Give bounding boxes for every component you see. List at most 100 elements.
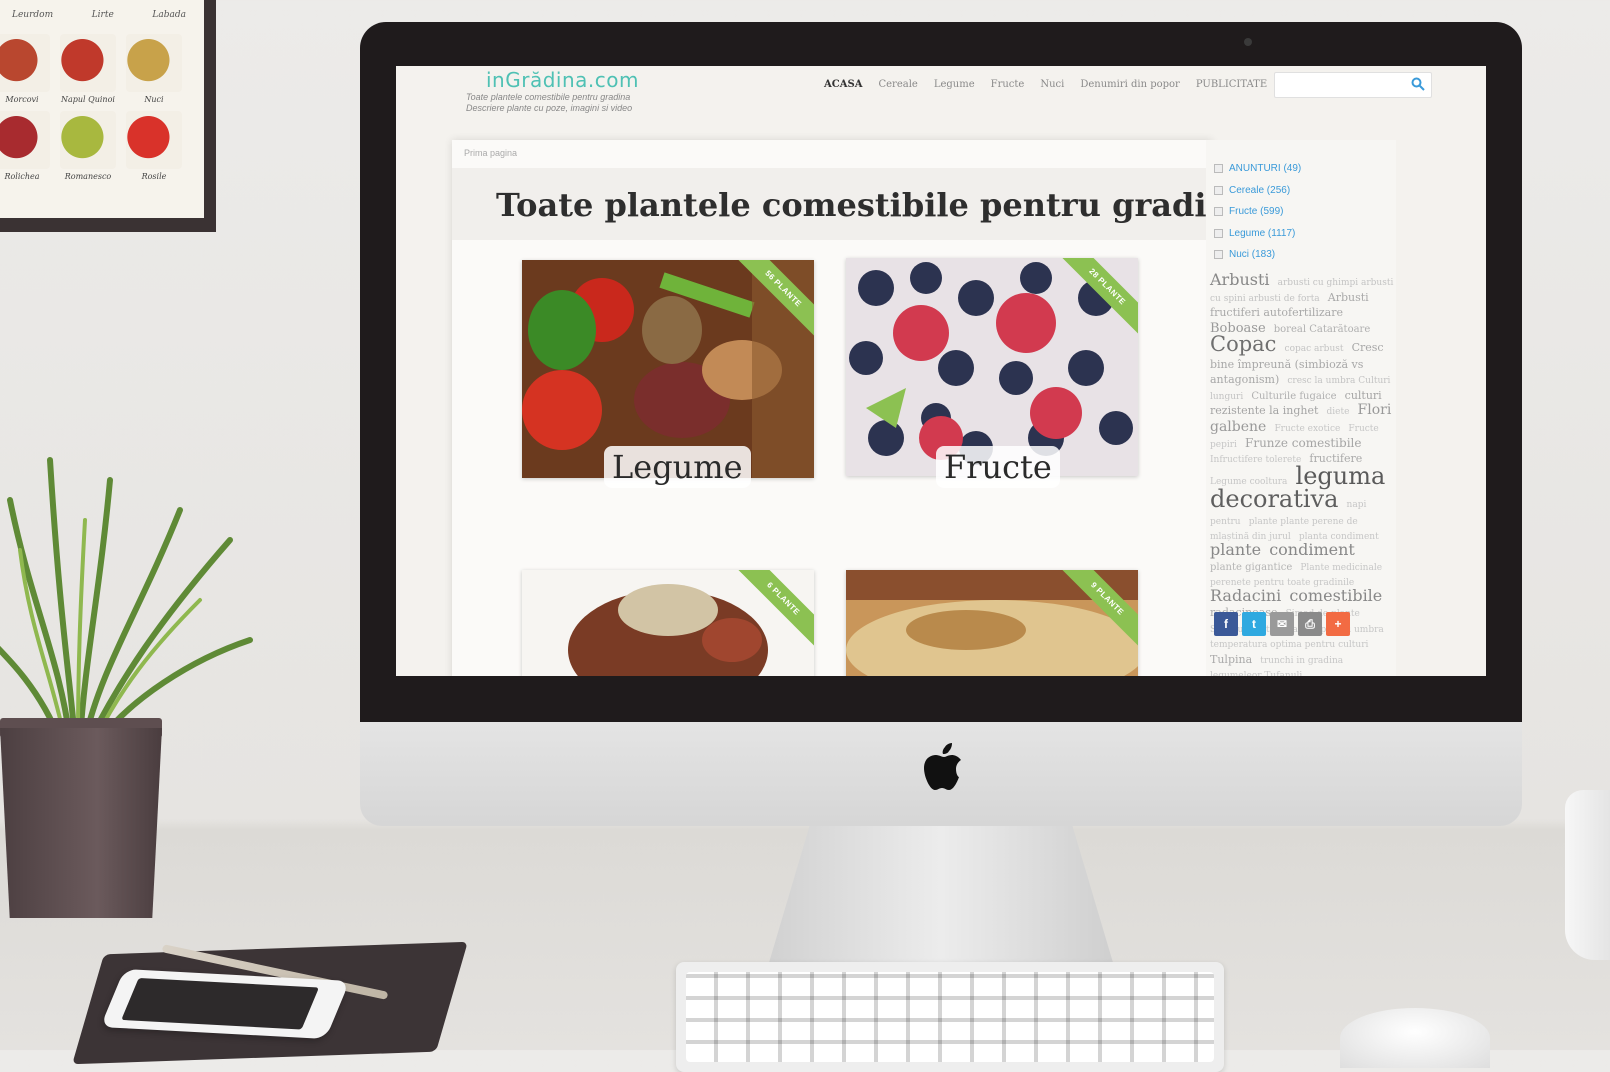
tag-cloud-item[interactable]: Frunze comestibile (1245, 436, 1361, 450)
bullet-icon (1214, 228, 1223, 238)
veg-grid: Morcovi Napul Quinoi Nuci Rolichea Romanesco… (0, 34, 182, 184)
sidebar-categories: ANUNTURI (49) Cereale (256) Fructe (599)… (1214, 158, 1301, 266)
tag-cloud-item[interactable]: condiment (1269, 540, 1355, 559)
sidebar-item-label: Fructe (599) (1229, 206, 1284, 218)
site-tagline: Toate plantele comestibile pentru gradin… (466, 92, 632, 114)
site-header: inGrădina.com Toate plantele comestibile… (396, 66, 1486, 126)
tag-cloud-item[interactable]: boreal Catarătoare (1274, 324, 1371, 335)
frame-veg-item: Napul Quinoi (60, 34, 116, 107)
nav-item-fructe[interactable]: Fructe (991, 79, 1025, 90)
frame-veg-item: Morcovi (0, 34, 50, 107)
tag-cloud-item[interactable]: Tulpina (1210, 653, 1252, 666)
camera (1244, 38, 1252, 46)
facebook-icon[interactable]: f (1214, 612, 1238, 636)
sidebar-item-legume[interactable]: Legume (1117) (1214, 223, 1301, 245)
print-icon[interactable]: ⎙ (1298, 612, 1322, 636)
bullet-icon (1214, 250, 1223, 260)
sidebar-item-cereale[interactable]: Cereale (256) (1214, 180, 1301, 202)
search-input[interactable] (1275, 73, 1413, 95)
nav-item-publicitate[interactable]: PUBLICITATE (1196, 79, 1267, 90)
sidebar-item-label: ANUNTURI (49) (1229, 163, 1302, 175)
nav-item-acasa[interactable]: ACASA (824, 79, 862, 90)
email-icon[interactable]: ✉ (1270, 612, 1294, 636)
category-label-legume[interactable]: Legume (604, 446, 751, 488)
sidebar: ANUNTURI (49) Cereale (256) Fructe (599)… (1206, 140, 1396, 676)
category-card-nuci[interactable]: 6 PLANTE (522, 570, 814, 676)
tag-cloud-item[interactable]: Arbusti (1210, 270, 1270, 289)
veg-caption: Napul Quinoi (61, 95, 115, 104)
veg-thumbnail (126, 34, 182, 92)
tag-cloud-item[interactable]: Copac (1210, 332, 1276, 356)
bullet-icon (1214, 164, 1223, 174)
tag-cloud-item[interactable]: diete (1327, 407, 1350, 417)
frame-top-label: Lirte (91, 10, 114, 20)
nav-item-cereale[interactable]: Cereale (878, 79, 917, 90)
tag-cloud-item[interactable]: plante (1210, 540, 1261, 559)
mouse (1340, 1008, 1490, 1068)
nav-item-legume[interactable]: Legume (934, 79, 975, 90)
search-icon[interactable] (1411, 77, 1425, 91)
phone-screen (121, 977, 319, 1030)
nav-item-denumiri[interactable]: Denumiri din popor (1080, 79, 1180, 90)
tagline-line: Toate plantele comestibile pentru gradin… (466, 92, 631, 102)
apple-logo-icon (924, 743, 961, 790)
sidebar-item-nuci[interactable]: Nuci (183) (1214, 244, 1301, 266)
more-icon[interactable]: + (1326, 612, 1350, 636)
tag-cloud-item[interactable]: Culturile fugaice (1251, 391, 1336, 402)
wall-frame: Leurdom Lirte Labada Morcovi Napul Quinoi… (0, 0, 216, 232)
tag-cloud-item[interactable]: copac arbust (1285, 344, 1344, 354)
frame-veg-item: Romanesco (60, 111, 116, 184)
main-nav: ACASA Cereale Legume Fructe Nuci Denumir… (824, 79, 1267, 90)
sidebar-item-label: Nuci (183) (1229, 249, 1276, 261)
search-box (1274, 72, 1432, 98)
share-buttons: f t ✉ ⎙ + (1214, 612, 1350, 636)
main-content: Prima pagina Toate plantele comestibile … (452, 140, 1251, 676)
veg-caption: Romanesco (64, 172, 112, 181)
plant-leaves (0, 457, 253, 743)
tag-cloud-item[interactable]: plante gigantice (1210, 562, 1292, 573)
tag-cloud-item[interactable]: comestibile (1289, 586, 1382, 605)
keyboard (676, 962, 1224, 1072)
frame-veg-item: Rosile (126, 111, 182, 184)
frame-top-label: Leurdom (12, 10, 54, 20)
sidebar-item-anunturi[interactable]: ANUNTURI (49) (1214, 158, 1301, 180)
sidebar-item-fructe[interactable]: Fructe (599) (1214, 201, 1301, 223)
frame-top-label: Labada (152, 10, 186, 20)
veg-thumbnail (0, 34, 50, 92)
breadcrumb[interactable]: Prima pagina (464, 148, 517, 158)
cup (1565, 790, 1610, 960)
veg-thumbnail (60, 34, 116, 92)
page-title: Toate plantele comestibile pentru gradin… (496, 186, 1251, 224)
tag-cloud-item[interactable]: decorativa (1210, 485, 1338, 513)
sidebar-item-label: Cereale (256) (1229, 184, 1291, 196)
monitor-screen: inGrădina.com Toate plantele comestibile… (396, 66, 1486, 676)
veg-thumbnail (126, 111, 182, 169)
tag-cloud-item[interactable]: Fructe exotice (1274, 424, 1340, 434)
tagline-line: Descriere plante cu poze, imagini si vid… (466, 103, 633, 113)
frame-veg-item: Nuci (126, 34, 182, 107)
keyboard-keys (686, 972, 1214, 1062)
category-card-cereale[interactable]: 9 PLANTE (846, 570, 1138, 676)
veg-thumbnail (0, 111, 50, 169)
tag-cloud-item[interactable]: Radacini (1210, 586, 1281, 605)
category-label-fructe[interactable]: Fructe (936, 446, 1060, 488)
monitor-stand (768, 826, 1114, 966)
smartphone (100, 969, 350, 1039)
veg-caption: Nuci (144, 95, 164, 104)
tag-cloud-item[interactable]: Infructifere tolerete (1210, 455, 1301, 465)
site-logo[interactable]: inGrădina.com (486, 68, 639, 92)
veg-thumbnail (60, 111, 116, 169)
category-card-fructe[interactable]: 28 PLANTE (846, 258, 1138, 476)
frame-top-labels: Leurdom Lirte Labada (12, 10, 204, 20)
veg-caption: Morcovi (5, 95, 39, 104)
veg-caption: Rosile (141, 172, 167, 181)
bullet-icon (1214, 207, 1223, 217)
twitter-icon[interactable]: t (1242, 612, 1266, 636)
veg-caption: Rolichea (4, 172, 40, 181)
nav-item-nuci[interactable]: Nuci (1040, 79, 1064, 90)
sidebar-item-label: Legume (1117) (1229, 227, 1296, 239)
plant-pot (0, 728, 162, 918)
frame-poster: Leurdom Lirte Labada Morcovi Napul Quinoi… (0, 0, 204, 218)
bullet-icon (1214, 185, 1223, 195)
frame-veg-item: Rolichea (0, 111, 50, 184)
